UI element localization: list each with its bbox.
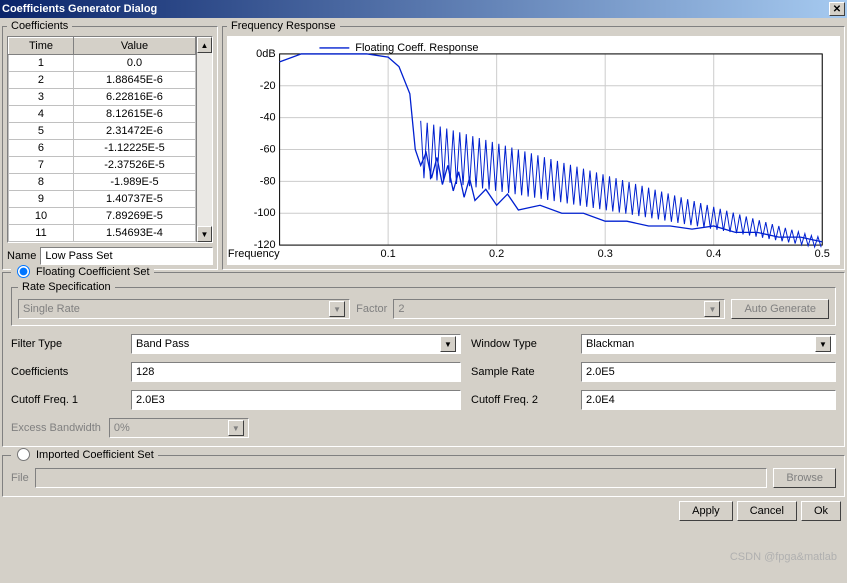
chevron-down-icon[interactable]: ▼ [440, 336, 456, 352]
coefficients-group: Coefficients Time Value 10.021.88645E-63… [2, 20, 218, 270]
frequency-response-group: Frequency Response 0dB-20-40-60-80-100-1… [222, 20, 845, 270]
scroll-up-icon[interactable]: ▲ [197, 37, 212, 53]
svg-text:0dB: 0dB [256, 48, 275, 60]
table-row[interactable]: 8-1.989E-5 [9, 174, 196, 191]
col-time: Time [9, 38, 74, 55]
file-label: File [11, 472, 29, 484]
svg-text:-20: -20 [260, 80, 276, 92]
close-button[interactable]: ✕ [829, 2, 845, 16]
svg-text:-40: -40 [260, 112, 276, 124]
table-row[interactable]: 10.0 [9, 55, 196, 72]
svg-text:0.3: 0.3 [598, 248, 613, 260]
name-input[interactable] [40, 247, 213, 265]
svg-text:0.4: 0.4 [706, 248, 721, 260]
imported-set-group: Imported Coefficient Set File Browse [2, 455, 845, 497]
imported-radio[interactable] [17, 448, 30, 461]
col-value: Value [73, 38, 195, 55]
cutoff2-label: Cutoff Freq. 2 [471, 394, 571, 406]
coefficients-legend: Coefficients [7, 20, 72, 32]
chevron-down-icon: ▼ [228, 420, 244, 436]
svg-text:0.5: 0.5 [815, 248, 830, 260]
table-row[interactable]: 111.54693E-4 [9, 225, 196, 242]
floating-set-group: Floating Coefficient Set Rate Specificat… [2, 272, 845, 447]
table-row[interactable]: 21.88645E-6 [9, 72, 196, 89]
rate-select: Single Rate ▼ [18, 299, 350, 319]
window-type-select[interactable]: Blackman▼ [581, 334, 836, 354]
svg-text:0.1: 0.1 [381, 248, 396, 260]
table-row[interactable]: 6-1.12225E-5 [9, 140, 196, 157]
table-row[interactable]: 48.12615E-6 [9, 106, 196, 123]
frequency-response-legend: Frequency Response [227, 20, 340, 32]
chevron-down-icon: ▼ [704, 301, 720, 317]
apply-button[interactable]: Apply [679, 501, 733, 521]
file-input [35, 468, 768, 488]
chart-area: 0dB-20-40-60-80-100-1200.10.20.30.40.5Fr… [227, 36, 840, 265]
table-row[interactable]: 107.89269E-5 [9, 208, 196, 225]
auto-generate-button: Auto Generate [731, 299, 829, 319]
imported-radio-label: Imported Coefficient Set [36, 449, 154, 461]
rate-spec-group: Rate Specification Single Rate ▼ Factor … [11, 281, 836, 326]
titlebar: Coefficients Generator Dialog ✕ [0, 0, 847, 18]
scroll-track[interactable] [197, 53, 212, 226]
table-row[interactable]: 7-2.37526E-5 [9, 157, 196, 174]
cancel-button[interactable]: Cancel [737, 501, 797, 521]
window-title: Coefficients Generator Dialog [2, 3, 157, 15]
svg-text:0.2: 0.2 [489, 248, 504, 260]
table-row[interactable]: 52.31472E-6 [9, 123, 196, 140]
factor-label: Factor [356, 303, 387, 315]
chevron-down-icon: ▼ [329, 301, 345, 317]
name-label: Name [7, 250, 36, 262]
svg-text:Frequency: Frequency [228, 248, 280, 260]
sample-rate-label: Sample Rate [471, 366, 571, 378]
chevron-down-icon[interactable]: ▼ [815, 336, 831, 352]
table-row[interactable]: 36.22816E-6 [9, 89, 196, 106]
browse-button: Browse [773, 468, 836, 488]
svg-text:Floating Coeff. Response: Floating Coeff. Response [355, 42, 478, 54]
scroll-down-icon[interactable]: ▼ [197, 226, 212, 242]
cutoff2-input[interactable] [581, 390, 836, 410]
cutoff1-label: Cutoff Freq. 1 [11, 394, 121, 406]
table-scrollbar[interactable]: ▲ ▼ [196, 37, 212, 242]
table-row[interactable]: 91.40737E-5 [9, 191, 196, 208]
sample-rate-input[interactable] [581, 362, 836, 382]
filter-type-select[interactable]: Band Pass▼ [131, 334, 461, 354]
window-type-label: Window Type [471, 338, 571, 350]
cutoff1-input[interactable] [131, 390, 461, 410]
svg-text:-100: -100 [254, 207, 276, 219]
factor-select: 2 ▼ [393, 299, 725, 319]
filter-type-label: Filter Type [11, 338, 121, 350]
svg-text:-60: -60 [260, 143, 276, 155]
floating-radio-label: Floating Coefficient Set [36, 266, 150, 278]
coefficients-table[interactable]: Time Value 10.021.88645E-636.22816E-648.… [8, 37, 196, 242]
excess-bw-label: Excess Bandwidth [11, 422, 101, 434]
coefficients-input[interactable] [131, 362, 461, 382]
coefficients-label: Coefficients [11, 366, 121, 378]
floating-radio[interactable] [17, 265, 30, 278]
svg-text:-80: -80 [260, 175, 276, 187]
rate-spec-legend: Rate Specification [18, 281, 115, 293]
ok-button[interactable]: Ok [801, 501, 841, 521]
excess-bw-select: 0%▼ [109, 418, 249, 438]
